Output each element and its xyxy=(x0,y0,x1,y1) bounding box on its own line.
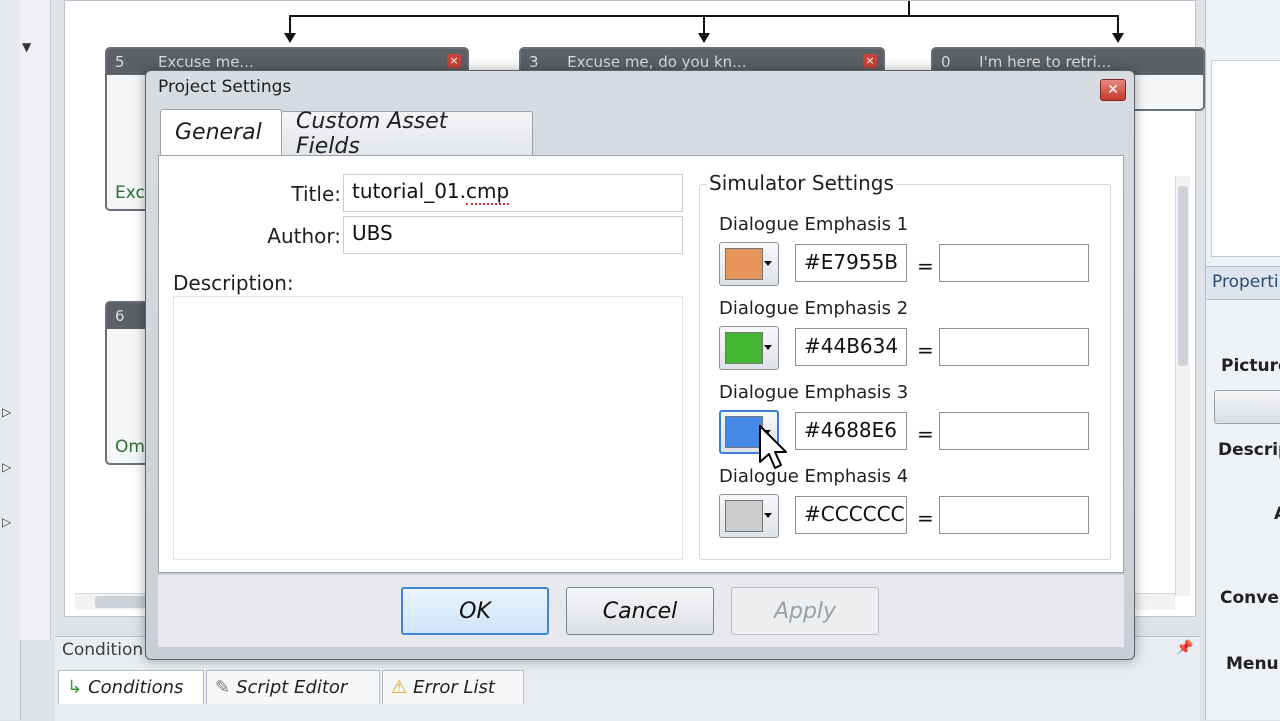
emphasis-label: Dialogue Emphasis 4 xyxy=(719,466,909,487)
node-footer-text: Exc xyxy=(115,183,145,203)
properties-title: Properti xyxy=(1212,272,1279,292)
author-value: UBS xyxy=(352,221,393,245)
tab-custom-asset-fields[interactable]: Custom Asset Fields xyxy=(281,109,533,159)
equals-sign: = xyxy=(917,254,934,278)
hex-color-input[interactable]: #4688E6 xyxy=(795,412,907,450)
bottom-panel-title: Condition xyxy=(62,640,144,660)
color-picker-button[interactable] xyxy=(719,242,779,286)
close-icon[interactable]: ✕ xyxy=(1100,79,1126,101)
arrow-icon xyxy=(698,33,710,43)
script-icon: ✎ xyxy=(215,677,231,698)
author-label: Author: xyxy=(267,224,341,248)
expand-arrow-icon[interactable]: ▷ xyxy=(2,460,11,474)
ok-button[interactable]: OK xyxy=(401,587,549,635)
properties-header: Properti xyxy=(1206,266,1280,300)
title-label: Title: xyxy=(291,182,341,206)
tab-label: General xyxy=(175,120,262,145)
emphasis-value-input[interactable] xyxy=(939,328,1089,366)
scroll-thumb[interactable] xyxy=(1178,186,1188,366)
hex-color-input[interactable]: #44B634 xyxy=(795,328,907,366)
tab-label: Script Editor xyxy=(236,677,348,698)
color-swatch xyxy=(725,248,763,280)
tab-conditions[interactable]: ↳ Conditions xyxy=(58,670,204,704)
picture-button[interactable] xyxy=(1214,390,1280,424)
emphasis-value-input[interactable] xyxy=(939,244,1089,282)
expand-arrow-icon[interactable]: ▷ xyxy=(2,405,11,419)
thumbnail-strip xyxy=(1211,60,1280,257)
description-label: Description: xyxy=(173,271,294,295)
dropdown-arrow-icon xyxy=(764,513,772,518)
apply-button[interactable]: Apply xyxy=(731,587,879,635)
a-label: A xyxy=(1274,504,1280,524)
vertical-scrollbar[interactable] xyxy=(1175,176,1190,596)
conditions-icon: ↳ xyxy=(67,677,83,698)
equals-sign: = xyxy=(917,338,934,362)
title-value: tutorial_01. xyxy=(352,179,466,203)
left-toolbar-strip xyxy=(0,0,21,720)
emphasis-value-input[interactable] xyxy=(939,496,1089,534)
tab-label: Custom Asset Fields xyxy=(296,108,448,159)
properties-panel: Properti Picture Descrip A Conver Menu xyxy=(1205,0,1280,720)
tab-error-list[interactable]: ⚠ Error List xyxy=(382,670,524,704)
warning-icon: ⚠ xyxy=(391,677,408,698)
arrow-icon xyxy=(284,33,296,43)
expand-arrow-icon[interactable]: ▷ xyxy=(2,515,11,529)
node-close-icon[interactable]: × xyxy=(447,54,461,68)
connector-line xyxy=(703,15,705,35)
cancel-button[interactable]: Cancel xyxy=(566,587,714,635)
general-tab-content: Title: tutorial_01.cmp Author: UBS Descr… xyxy=(158,155,1124,573)
node-footer-text: Om xyxy=(115,437,145,457)
menu-label: Menu xyxy=(1226,654,1279,674)
tab-label: Conditions xyxy=(88,677,184,698)
hex-color-input[interactable]: #CCCCCC xyxy=(795,496,907,534)
node-close-icon[interactable]: × xyxy=(863,54,877,68)
dialog-title: Project Settings xyxy=(158,77,292,97)
emphasis-label: Dialogue Emphasis 3 xyxy=(719,382,909,403)
emphasis-value-input[interactable] xyxy=(939,412,1089,450)
mouse-cursor-icon xyxy=(759,425,787,469)
connector-line xyxy=(289,15,291,35)
color-picker-button[interactable] xyxy=(719,326,779,370)
equals-sign: = xyxy=(917,506,934,530)
color-swatch xyxy=(725,500,763,532)
emphasis-row-2: Dialogue Emphasis 2 #44B634 = xyxy=(719,298,1099,378)
simulator-settings-label: Simulator Settings xyxy=(707,171,896,195)
emphasis-label: Dialogue Emphasis 1 xyxy=(719,214,909,235)
tab-script-editor[interactable]: ✎ Script Editor xyxy=(206,670,380,704)
collapse-arrow-icon[interactable]: ▼ xyxy=(22,40,31,54)
tab-label: Error List xyxy=(413,677,495,698)
description-label: Descrip xyxy=(1218,440,1280,460)
project-settings-dialog: Project Settings ✕ Custom Asset Fields G… xyxy=(145,70,1135,660)
color-swatch xyxy=(725,332,763,364)
equals-sign: = xyxy=(917,422,934,446)
left-tree-panel: ▼ ▷ ▷ ▷ xyxy=(2,0,51,640)
emphasis-row-1: Dialogue Emphasis 1 #E7955B = xyxy=(719,214,1099,294)
pin-icon[interactable]: 📌 xyxy=(1176,640,1193,656)
tab-general[interactable]: General xyxy=(160,109,282,155)
emphasis-row-4: Dialogue Emphasis 4 #CCCCCC = xyxy=(719,464,1099,544)
hex-color-input[interactable]: #E7955B xyxy=(795,244,907,282)
title-input[interactable]: tutorial_01.cmp xyxy=(343,174,683,212)
connector-line xyxy=(908,1,910,17)
title-value-extension: cmp xyxy=(466,179,510,205)
arrow-icon xyxy=(1112,33,1124,43)
author-input[interactable]: UBS xyxy=(343,216,683,254)
description-textarea[interactable] xyxy=(173,296,683,560)
emphasis-label: Dialogue Emphasis 2 xyxy=(719,298,909,319)
connector-line xyxy=(1117,15,1119,35)
picture-label: Picture xyxy=(1221,356,1280,376)
dropdown-arrow-icon xyxy=(764,261,772,266)
dropdown-arrow-icon xyxy=(764,345,772,350)
conversation-label: Conver xyxy=(1220,588,1280,608)
color-picker-button[interactable] xyxy=(719,494,779,538)
